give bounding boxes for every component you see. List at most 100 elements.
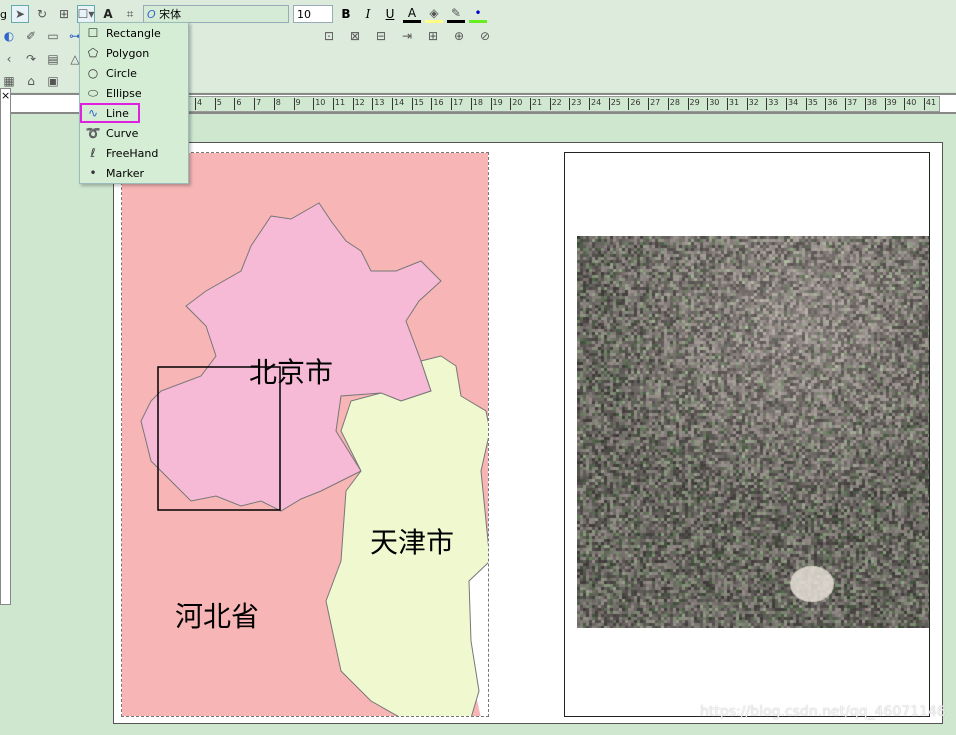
ruler-tick: 28: [667, 98, 680, 110]
ruler-tick: 8: [273, 98, 281, 110]
curve-icon: ➰: [85, 126, 101, 140]
new-rectangle-dropdown[interactable]: ☐▾: [76, 5, 95, 23]
ruler-tick: 13: [372, 98, 384, 110]
font-name-value: 宋体: [159, 8, 182, 21]
georef-icon-5[interactable]: ⊞: [424, 27, 442, 45]
font-name-select[interactable]: O 宋体: [142, 5, 289, 23]
edit-vertices-icon[interactable]: ⌗: [121, 5, 139, 23]
menu-item-line[interactable]: ∿ Line: [80, 103, 140, 123]
ruler-tick: 18: [470, 98, 483, 110]
ellipse-icon: ⬭: [87, 85, 99, 100]
ruler-tick: 21: [529, 98, 542, 110]
ruler-tick: 36: [825, 98, 838, 110]
table-icon[interactable]: ▤: [44, 50, 62, 68]
menu-item-freehand[interactable]: ℓ FreeHand: [80, 143, 188, 163]
ruler-tick: 17: [451, 98, 463, 110]
marker-color-icon[interactable]: •: [468, 5, 487, 23]
ruler-tick: 38: [864, 98, 877, 110]
ruler-tick: 20: [510, 98, 522, 110]
close-icon[interactable]: ×: [1, 89, 10, 102]
georef-icon-7[interactable]: ⊘: [476, 27, 494, 45]
horizontal-ruler[interactable]: 4 5 6 7 8 9 10 11 12 13 14 15 16 17 18 19 20 21 22 23 24 25 26…: [188, 96, 940, 112]
ruler-tick: 41: [923, 98, 936, 110]
select-elements-icon[interactable]: ➤: [10, 5, 29, 23]
ruler-tick: 40: [904, 98, 916, 110]
georef-icon-4[interactable]: ⇥: [398, 27, 416, 45]
satellite-image: [577, 236, 929, 628]
ruler-tick: 31: [726, 98, 739, 110]
zoom-whole-page-icon[interactable]: ⊞: [55, 5, 73, 23]
marker-icon: •: [89, 166, 97, 180]
label-tianjin: 天津市: [370, 526, 455, 559]
georef-icon-2[interactable]: ⊠: [346, 27, 364, 45]
new-text-button[interactable]: A: [99, 5, 117, 23]
underline-button[interactable]: U: [381, 5, 399, 23]
comment-icon[interactable]: ▭: [44, 27, 62, 45]
italic-button[interactable]: I: [359, 5, 377, 23]
georef-icon-1[interactable]: ⊡: [320, 27, 338, 45]
ruler-tick: 24: [589, 98, 601, 110]
ruler-tick: 33: [766, 98, 778, 110]
python-icon[interactable]: ▣: [44, 72, 62, 90]
back-icon[interactable]: ‹: [0, 50, 18, 68]
freehand-icon: ℓ: [90, 146, 96, 160]
ruler-tick: 5: [214, 98, 222, 110]
menu-item-label: Curve: [106, 126, 139, 140]
side-panel: ×: [0, 88, 11, 605]
toolbar-fragment: g: [0, 7, 7, 21]
menu-item-rectangle[interactable]: ☐ Rectangle: [80, 23, 188, 43]
ruler-tick: 37: [845, 98, 857, 110]
ruler-tick: 27: [648, 98, 660, 110]
menu-item-label: Circle: [106, 66, 137, 80]
ruler-tick: 14: [392, 98, 404, 110]
menu-item-polygon[interactable]: ⬠ Polygon: [80, 43, 188, 63]
new-shape-menu: ☐ Rectangle ⬠ Polygon ○ Circle ⬭ Ellipse ∿ Line ➰ C…: [79, 22, 189, 184]
rotate-icon[interactable]: ↻: [33, 5, 51, 23]
line-color-icon[interactable]: ✎: [446, 5, 465, 23]
font-size-select[interactable]: 10: [292, 5, 333, 23]
ruler-tick: 6: [234, 98, 241, 110]
ruler-tick: 22: [549, 98, 562, 110]
menu-item-ellipse[interactable]: ⬭ Ellipse: [80, 83, 188, 103]
map-frame-main[interactable]: 北京市 天津市 河北省: [121, 152, 489, 717]
ruler-tick: 30: [707, 98, 719, 110]
font-size-value: 10: [296, 7, 311, 21]
globe-icon[interactable]: ◐: [0, 27, 18, 45]
ruler-tick: 4: [195, 98, 202, 110]
satellite-canvas: [577, 236, 929, 628]
georef-icon-3[interactable]: ⊟: [372, 27, 390, 45]
redo-icon[interactable]: ↷: [22, 50, 40, 68]
menu-item-marker[interactable]: • Marker: [80, 163, 188, 183]
ruler-tick: 19: [490, 98, 503, 110]
ruler-tick: 10: [313, 98, 325, 110]
watermark: https://blog.csdn.net/qq_46071146: [700, 704, 946, 720]
ruler-tick: 15: [411, 98, 424, 110]
ruler-tick: 9: [293, 98, 301, 110]
ruler-tick: 7: [254, 98, 261, 110]
ruler-tick: 29: [687, 98, 700, 110]
bold-button[interactable]: B: [337, 5, 355, 23]
pencil-icon[interactable]: ✐: [22, 27, 40, 45]
menu-item-circle[interactable]: ○ Circle: [80, 63, 188, 83]
ruler-tick: 32: [746, 98, 759, 110]
ruler-tick: 12: [352, 98, 365, 110]
circle-icon: ○: [87, 66, 99, 80]
polygon-icon: ⬠: [87, 46, 99, 60]
toolbox-icon[interactable]: ⌂: [22, 72, 40, 90]
label-hebei: 河北省: [175, 600, 260, 633]
menu-item-label: FreeHand: [106, 146, 159, 160]
ruler-tick: 16: [431, 98, 444, 110]
font-color-icon[interactable]: A: [402, 5, 421, 23]
ruler-tick: 23: [569, 98, 581, 110]
menu-item-curve[interactable]: ➰ Curve: [80, 123, 188, 143]
menu-item-label: Ellipse: [106, 86, 142, 100]
menu-item-label: Line: [106, 106, 129, 120]
fill-color-icon[interactable]: ◈: [424, 5, 443, 23]
ruler-tick: 34: [786, 98, 798, 110]
menu-item-label: Marker: [106, 166, 145, 180]
georef-icon-6[interactable]: ⊕: [450, 27, 468, 45]
line-icon: ∿: [87, 106, 99, 120]
ruler-tick: 35: [805, 98, 818, 110]
ruler-tick: 26: [628, 98, 641, 110]
ruler-tick: 11: [332, 98, 345, 110]
